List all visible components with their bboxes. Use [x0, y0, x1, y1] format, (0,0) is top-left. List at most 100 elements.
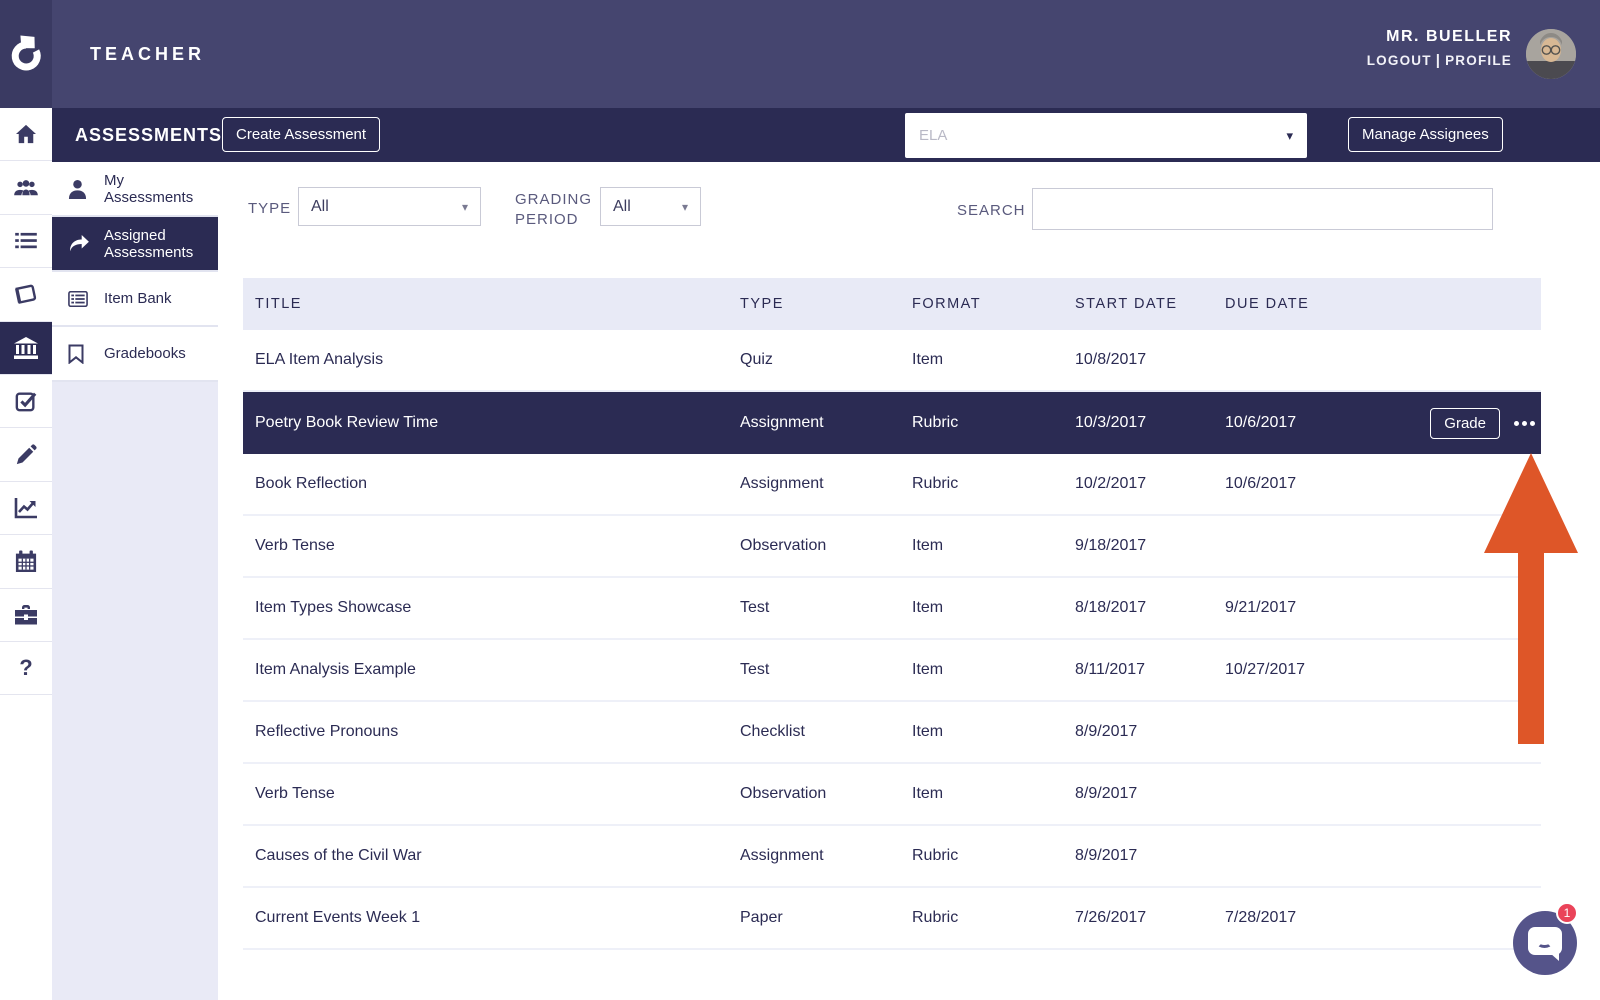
cell-start-date: 10/3/2017 — [1075, 414, 1147, 431]
cell-title: Causes of the Civil War — [255, 847, 422, 864]
check-square-icon — [15, 392, 37, 412]
cell-title: Poetry Book Review Time — [255, 414, 439, 431]
top-bar: TEACHER MR. BUELLER LOGOUT | PROFILE — [0, 0, 1600, 108]
app-logo[interactable] — [0, 0, 52, 108]
cell-start-date: 9/18/2017 — [1075, 537, 1147, 554]
rail-item-home[interactable] — [0, 108, 52, 162]
cell-type: Assignment — [740, 475, 824, 492]
sidebar-item-my-assessments[interactable]: My Assessments — [52, 162, 218, 217]
table-row[interactable]: Item Analysis Example Test Item 8/11/201… — [243, 640, 1541, 702]
cell-type: Test — [740, 661, 770, 678]
cell-format: Rubric — [912, 475, 959, 492]
chat-bubble-icon — [1528, 927, 1562, 961]
cell-type: Assignment — [740, 847, 824, 864]
user-avatar[interactable] — [1526, 29, 1576, 79]
cell-format: Item — [912, 785, 944, 802]
cell-title: Reflective Pronouns — [255, 723, 399, 740]
rail-item-assessments[interactable] — [0, 321, 52, 375]
avatar-photo-placeholder — [1526, 29, 1576, 79]
cell-due-date: 10/6/2017 — [1225, 475, 1297, 492]
cell-type: Paper — [740, 909, 783, 926]
cell-title: ELA Item Analysis — [255, 351, 384, 368]
cell-due-date: 7/28/2017 — [1225, 909, 1297, 926]
rail-item-resources[interactable] — [0, 589, 52, 642]
rail-item-help[interactable]: ? — [0, 642, 52, 696]
help-icon: ? — [19, 655, 33, 681]
chevron-down-icon: ▾ — [1286, 127, 1293, 143]
cell-format: Item — [912, 661, 944, 678]
type-filter-label: TYPE — [248, 200, 292, 217]
sidebar-item-label: Assigned Assessments — [104, 226, 194, 261]
sidebar-item-assigned-assessments[interactable]: Assigned Assessments — [52, 217, 218, 272]
column-header-title: TITLE — [255, 296, 302, 312]
grading-period-value: All — [613, 197, 631, 215]
home-icon — [16, 125, 36, 144]
table-row[interactable]: Verb Tense Observation Item 9/18/2017 Gr… — [243, 516, 1541, 578]
create-assessment-button[interactable]: Create Assessment — [222, 117, 381, 152]
chevron-down-icon: ▾ — [681, 199, 688, 214]
course-filter-select[interactable]: ELA ▾ — [905, 113, 1307, 158]
profile-link[interactable]: PROFILE — [1445, 53, 1512, 68]
person-icon — [68, 179, 94, 199]
line-chart-icon — [14, 497, 37, 519]
rail-item-students[interactable] — [0, 161, 52, 215]
cell-title: Verb Tense — [255, 785, 335, 802]
user-name: MR. BUELLER — [1386, 28, 1512, 45]
rail-item-compose[interactable] — [0, 428, 52, 482]
grading-period-select[interactable]: All ▾ — [600, 187, 701, 226]
table-header: TITLE TYPE FORMAT START DATE DUE DATE — [243, 278, 1541, 330]
list-icon — [15, 232, 37, 249]
table-row[interactable]: Book Reflection Assignment Rubric 10/2/2… — [243, 454, 1541, 516]
table-row[interactable]: ELA Item Analysis Quiz Item 10/8/2017 Gr… — [243, 330, 1541, 392]
pencil-icon — [16, 444, 37, 464]
search-label: SEARCH — [957, 202, 1026, 219]
type-filter-select[interactable]: All ▾ — [298, 187, 481, 226]
cell-format: Rubric — [912, 909, 959, 926]
cell-type: Assignment — [740, 414, 824, 431]
share-arrow-icon — [68, 234, 94, 253]
sidebar-item-label: Item Bank — [104, 290, 172, 307]
type-filter-value: All — [311, 197, 329, 215]
app-label: TEACHER — [90, 43, 206, 64]
sidebar-item-item-bank[interactable]: Item Bank — [52, 272, 218, 327]
table-row[interactable]: Item Types Showcase Test Item 8/18/2017 … — [243, 578, 1541, 640]
rail-item-calendar[interactable] — [0, 535, 52, 589]
cell-format: Rubric — [912, 847, 959, 864]
table-body: ELA Item Analysis Quiz Item 10/8/2017 Gr… — [243, 330, 1541, 950]
cell-start-date: 8/9/2017 — [1075, 847, 1138, 864]
cell-due-date: 9/21/2017 — [1225, 599, 1297, 616]
cell-title: Item Types Showcase — [255, 599, 412, 616]
table-row[interactable]: Reflective Pronouns Checklist Item 8/9/2… — [243, 702, 1541, 764]
item-card-icon — [68, 290, 94, 307]
otus-logo-icon — [11, 35, 41, 71]
table-row[interactable]: Verb Tense Observation Item 8/9/2017 Gra… — [243, 764, 1541, 826]
table-row[interactable]: Causes of the Civil War Assignment Rubri… — [243, 826, 1541, 888]
rail-item-analytics[interactable] — [0, 482, 52, 536]
course-filter-value: ELA — [919, 127, 948, 144]
sidebar-item-label: My Assessments — [104, 171, 194, 206]
book-icon — [15, 285, 37, 305]
column-header-format: FORMAT — [912, 296, 982, 312]
people-icon — [14, 179, 38, 195]
grade-button[interactable]: Grade — [1430, 407, 1500, 439]
ellipsis-menu-icon[interactable] — [1514, 420, 1535, 426]
logout-link[interactable]: LOGOUT — [1367, 53, 1432, 68]
assessments-sidebar: My Assessments Assigned Assessments Item… — [52, 162, 218, 1000]
table-row[interactable]: Current Events Week 1 Paper Rubric 7/26/… — [243, 888, 1541, 950]
sidebar-item-label: Gradebooks — [104, 345, 186, 362]
table-row[interactable]: Poetry Book Review Time Assignment Rubri… — [243, 392, 1541, 454]
cell-type: Observation — [740, 785, 827, 802]
cell-title: Item Analysis Example — [255, 661, 416, 678]
rail-item-grading[interactable] — [0, 375, 52, 429]
link-separator: | — [1435, 52, 1442, 69]
manage-assignees-button[interactable]: Manage Assignees — [1348, 117, 1503, 152]
rail-item-classes[interactable] — [0, 268, 52, 322]
cell-title: Verb Tense — [255, 537, 335, 554]
cell-start-date: 8/9/2017 — [1075, 723, 1138, 740]
rail-item-lists[interactable] — [0, 215, 52, 269]
bookmark-icon — [68, 344, 94, 364]
chat-unread-badge: 1 — [1556, 902, 1578, 924]
sidebar-item-gradebooks[interactable]: Gradebooks — [52, 327, 218, 382]
search-input[interactable] — [1032, 188, 1493, 230]
cell-format: Item — [912, 599, 944, 616]
